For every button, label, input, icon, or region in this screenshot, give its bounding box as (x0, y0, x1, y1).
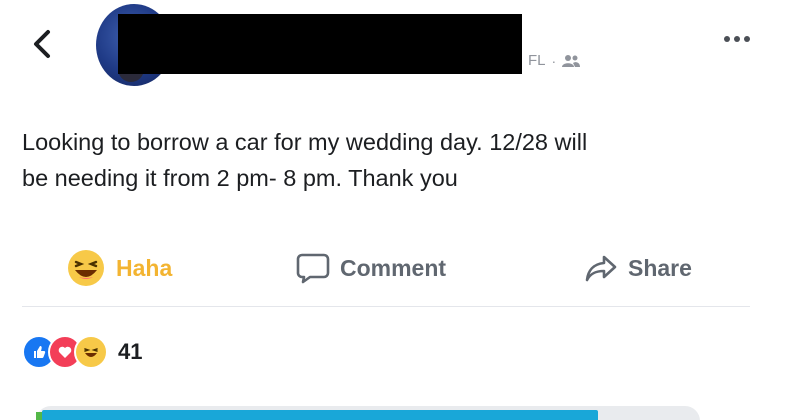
post-meta: FL · (528, 52, 581, 69)
preview-fill (42, 410, 598, 420)
more-dot (724, 36, 730, 42)
chevron-left-icon (34, 30, 50, 58)
more-dot (734, 36, 740, 42)
reactions-summary[interactable]: 41 (22, 335, 143, 369)
haha-reaction-button[interactable]: Haha (66, 238, 172, 298)
reaction-count: 41 (118, 339, 143, 364)
more-dot (744, 36, 750, 42)
comment-icon (296, 253, 330, 284)
share-icon (585, 255, 617, 282)
location-label: FL (528, 52, 546, 69)
haha-emoji-icon (68, 250, 104, 286)
action-divider (22, 306, 750, 307)
cropped-comment-preview (36, 406, 700, 420)
more-options-button[interactable] (724, 36, 750, 42)
action-bar: Haha Comment Share (0, 238, 800, 298)
comment-button[interactable]: Comment (296, 238, 446, 298)
back-button[interactable] (22, 24, 62, 64)
friends-icon (562, 54, 581, 67)
reaction-icons (22, 335, 108, 369)
post-text: Looking to borrow a car for my wedding d… (22, 129, 588, 191)
haha-icon (74, 335, 108, 369)
share-button[interactable]: Share (584, 238, 692, 298)
comment-label: Comment (340, 254, 447, 281)
share-label: Share (628, 254, 692, 281)
post-screen: FL · Looking to borrow a car for my wedd… (0, 0, 800, 420)
redacted-author-name (118, 14, 522, 74)
meta-separator: · (551, 52, 557, 69)
haha-label: Haha (116, 254, 173, 281)
